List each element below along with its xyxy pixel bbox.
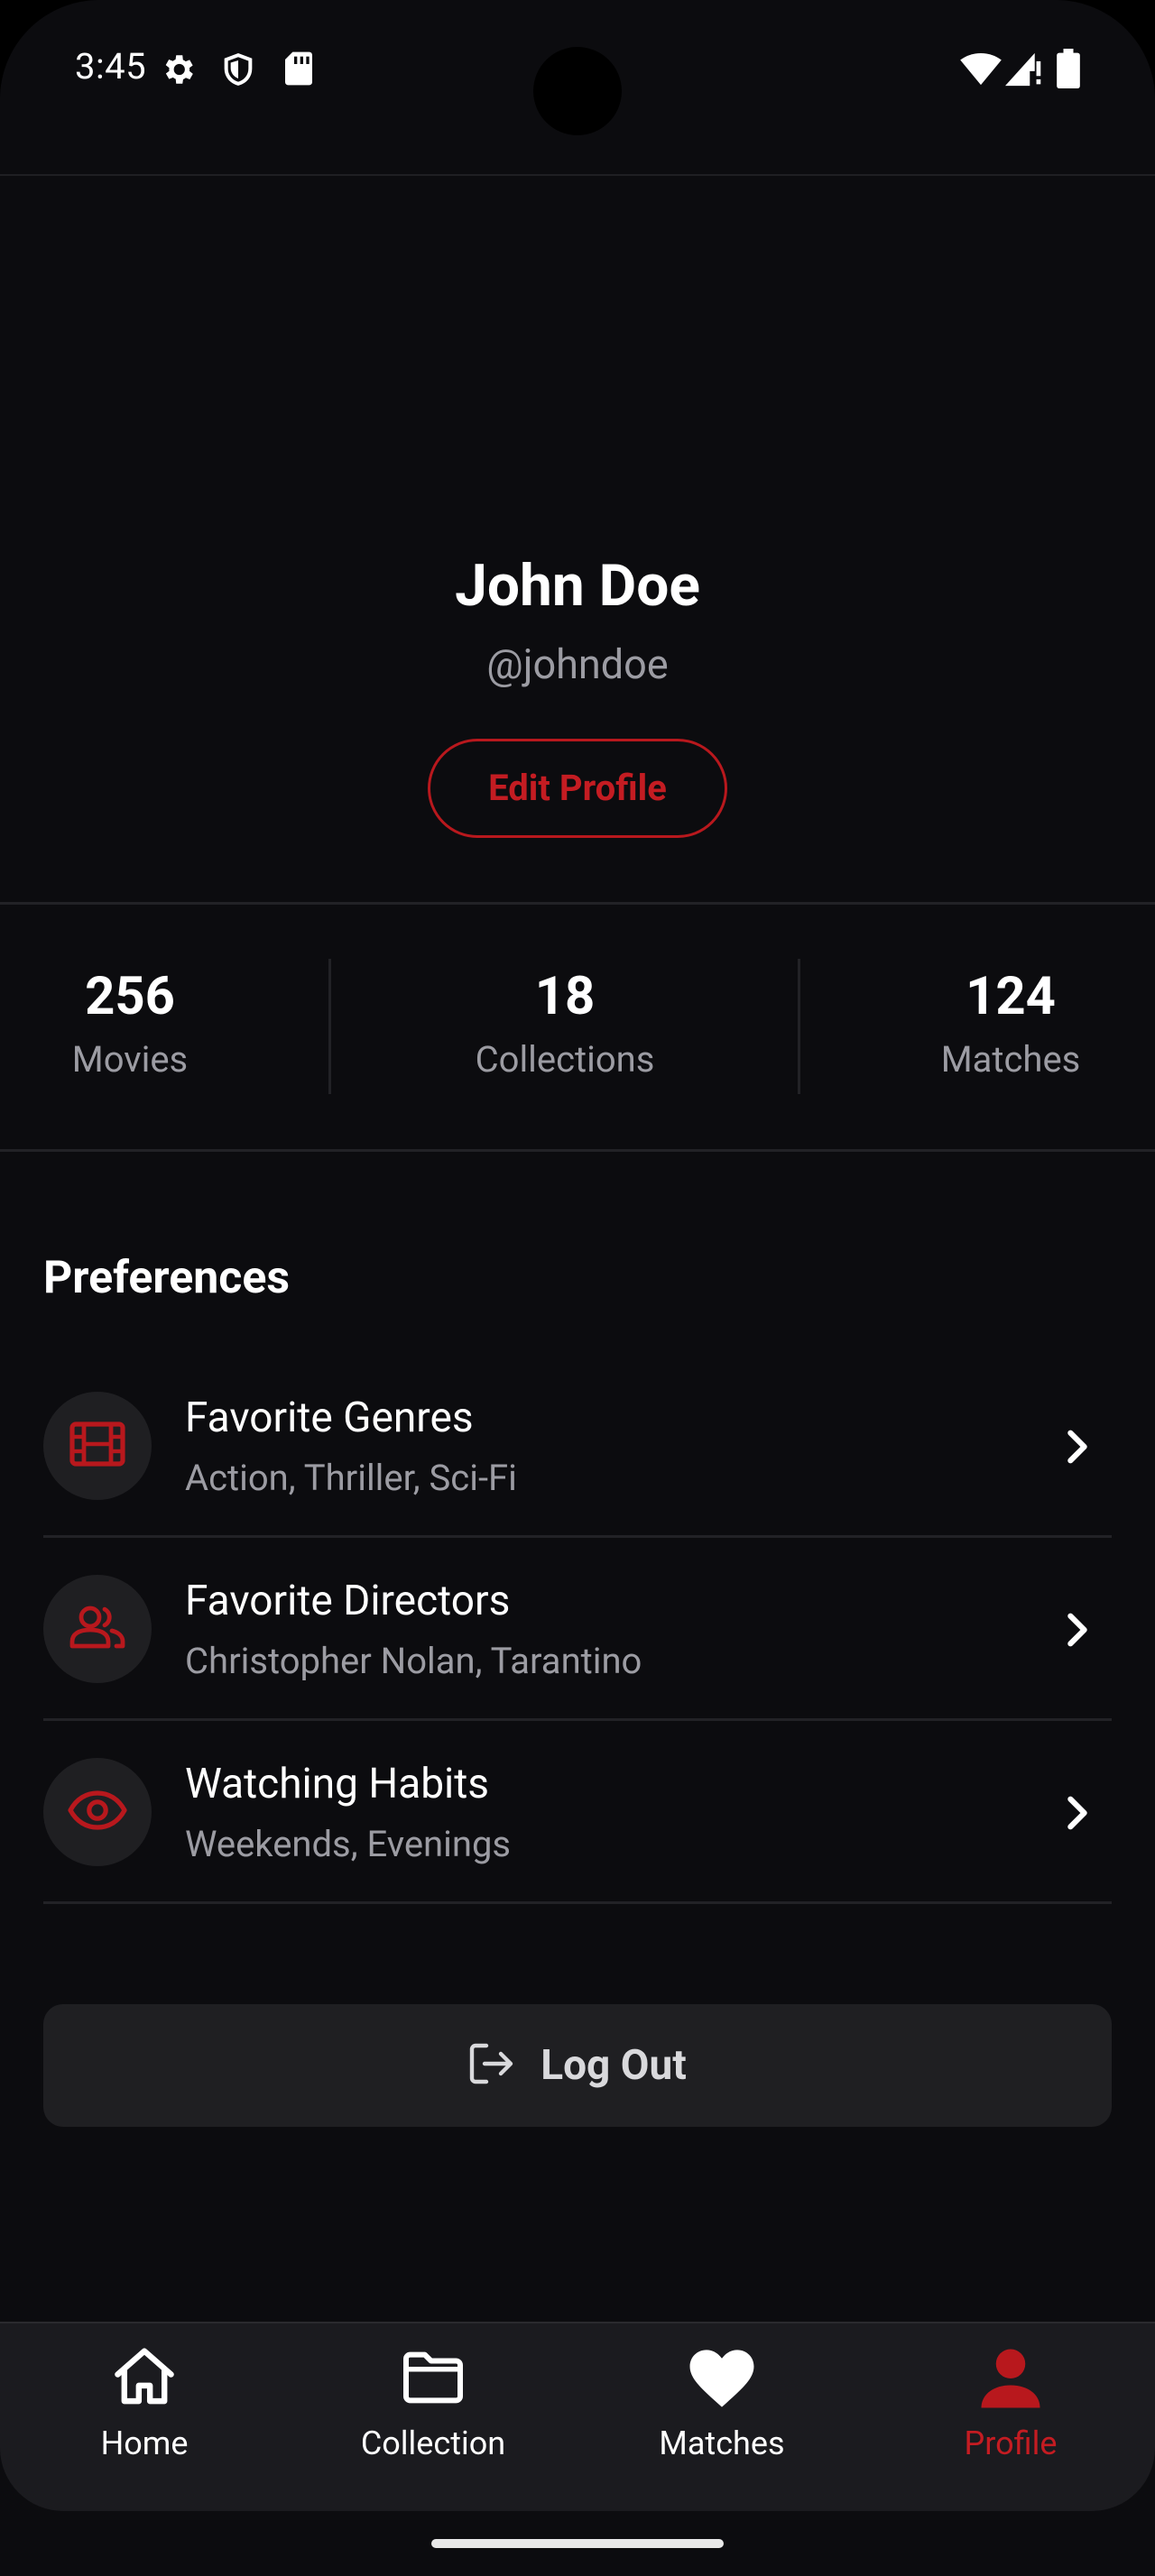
stat-matches[interactable]: 124 Matches <box>920 961 1101 1085</box>
pref-icon-badge <box>43 1758 152 1866</box>
pref-item-directors[interactable]: Favorite Directors Christopher Nolan, Ta… <box>43 1539 1112 1721</box>
chevron-right-icon <box>1061 1792 1094 1837</box>
person-icon <box>981 2347 1040 2414</box>
edit-profile-button[interactable]: Edit Profile <box>428 739 727 838</box>
logout-label: Log Out <box>541 2041 687 2090</box>
pref-item-title: Watching Habits <box>185 1760 490 1808</box>
logout-button[interactable]: Log Out <box>43 2004 1112 2127</box>
chevron-right-icon <box>1061 1426 1094 1471</box>
nav-home[interactable]: Home <box>0 2323 289 2513</box>
pref-item-genres[interactable]: Favorite Genres Action, Thriller, Sci-Fi <box>43 1356 1112 1538</box>
pref-item-subtitle: Christopher Nolan, Tarantino <box>185 1640 642 1682</box>
stat-value: 256 <box>85 966 175 1027</box>
pref-item-habits[interactable]: Watching Habits Weekends, Evenings <box>43 1722 1112 1904</box>
bottom-nav: Home Collection Matches Profile <box>0 2322 1155 2511</box>
pref-item-title: Favorite Directors <box>185 1577 511 1625</box>
nav-collection[interactable]: Collection <box>289 2323 578 2513</box>
home-icon <box>111 2345 178 2412</box>
film-icon <box>69 1421 125 1470</box>
pref-icon-badge <box>43 1575 152 1683</box>
stat-separator <box>798 959 800 1094</box>
stats-bottom-divider <box>0 1149 1155 1152</box>
nav-label: Profile <box>964 2424 1058 2462</box>
pref-icon-badge <box>43 1392 152 1500</box>
stat-separator <box>328 959 331 1094</box>
pref-item-title: Favorite Genres <box>185 1394 474 1442</box>
preferences-title: Preferences <box>43 1252 290 1304</box>
home-indicator[interactable] <box>431 2539 724 2548</box>
nav-label: Matches <box>659 2424 785 2462</box>
battery-icon <box>1056 49 1081 92</box>
eye-icon <box>68 1790 127 1834</box>
pref-item-subtitle: Weekends, Evenings <box>185 1823 512 1865</box>
stats-top-divider <box>0 902 1155 905</box>
status-time: 3:45 <box>75 45 147 87</box>
settings-gear-icon <box>159 51 197 92</box>
stat-label: Matches <box>940 1038 1081 1081</box>
profile-handle: @johndoe <box>486 640 669 688</box>
profile-name: John Doe <box>455 552 700 620</box>
stat-label: Collections <box>475 1038 655 1081</box>
logout-icon <box>468 2042 515 2089</box>
stat-value: 124 <box>966 966 1056 1027</box>
stat-collections[interactable]: 18 Collections <box>430 961 700 1085</box>
chevron-right-icon <box>1061 1609 1094 1654</box>
sd-card-icon <box>283 51 314 90</box>
status-bar: 3:45 <box>0 0 1155 176</box>
pref-item-subtitle: Action, Thriller, Sci-Fi <box>185 1457 517 1499</box>
people-icon <box>69 1605 126 1653</box>
profile-screen: 3:45 John Doe @johndoe Edit Profile 256 … <box>0 0 1155 2576</box>
stat-value: 18 <box>534 966 596 1027</box>
wifi-icon <box>960 52 1002 90</box>
nav-label: Collection <box>360 2424 506 2462</box>
nav-label: Home <box>100 2424 189 2462</box>
nav-profile[interactable]: Profile <box>866 2323 1155 2513</box>
camera-cutout <box>533 47 622 135</box>
heart-icon <box>688 2349 756 2412</box>
nav-matches[interactable]: Matches <box>578 2323 866 2513</box>
folder-icon <box>402 2351 465 2408</box>
shield-icon <box>220 51 256 92</box>
stat-label: Movies <box>71 1038 189 1081</box>
stat-movies[interactable]: 256 Movies <box>40 961 220 1085</box>
cell-signal-icon <box>1005 52 1041 90</box>
